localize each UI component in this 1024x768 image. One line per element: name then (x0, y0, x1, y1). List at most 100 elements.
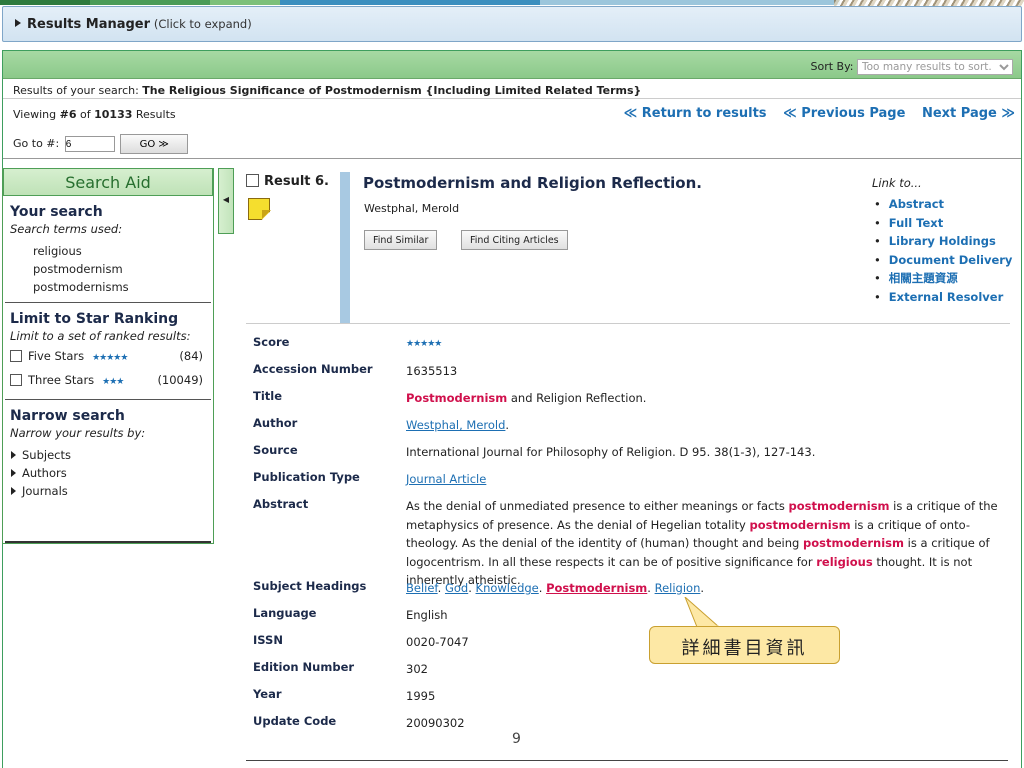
sort-select[interactable]: Too many results to sort. (857, 59, 1013, 75)
search-aid-title: Search Aid (3, 168, 213, 196)
search-aid-panel: Search Aid Your search Search terms used… (2, 168, 214, 544)
expand-triangle-icon (11, 469, 16, 477)
divider (246, 760, 1008, 761)
find-citing-articles-button[interactable]: Find Citing Articles (461, 230, 568, 250)
next-page-link[interactable]: Next Page ≫ (922, 106, 1015, 121)
author-trail: . (505, 418, 510, 432)
results-manager-bar[interactable]: Results Manager (Click to expand) (2, 6, 1022, 42)
subject-link[interactable]: Postmodernism (546, 581, 647, 595)
goto-label: Go to #: (13, 137, 60, 150)
find-similar-button[interactable]: Find Similar (364, 230, 438, 250)
field-label: Score (253, 335, 290, 349)
viewing-row: Viewing #6 of 10133 Results Go to #: GO … (3, 99, 1021, 159)
search-term: postmodernism (33, 262, 123, 276)
sort-label: Sort By: (810, 60, 854, 73)
link-external-resolver[interactable]: External Resolver (874, 288, 1012, 307)
field-label: Title (253, 389, 283, 403)
highlight-term: religious (816, 554, 873, 569)
search-prefix: Results of your search: (13, 84, 139, 97)
title-rest: and Religion Reflection. (507, 391, 647, 405)
viewing-suffix: Results (135, 108, 176, 121)
field-label: Source (253, 443, 298, 457)
divider (5, 302, 211, 303)
field-label: Edition Number (253, 660, 355, 674)
expand-triangle-icon (11, 487, 16, 495)
link-full-text[interactable]: Full Text (874, 214, 1012, 233)
limit-subtitle: Limit to a set of ranked results: (10, 329, 191, 343)
field-value: Postmodernism and Religion Reflection. (406, 389, 1006, 408)
your-search-heading: Your search (10, 204, 103, 220)
narrow-list: Subjects Authors Journals (11, 446, 213, 500)
goto-input[interactable] (64, 136, 115, 152)
result-title: Postmodernism and Religion Reflection. (363, 174, 702, 192)
goto-button[interactable]: GO ≫ (120, 134, 189, 154)
link-library-holdings[interactable]: Library Holdings (874, 232, 1012, 251)
return-to-results-link[interactable]: ≪ Return to results (624, 106, 767, 121)
callout-pointer (684, 597, 721, 628)
subject-link[interactable]: Religion (655, 581, 701, 595)
limit-heading: Limit to Star Ranking (10, 311, 179, 327)
field-label: Update Code (253, 714, 337, 728)
three-stars-checkbox[interactable] (10, 374, 22, 386)
search-terms-list: religious postmodernism postmodernisms (33, 242, 213, 296)
search-summary: Results of your search: The Religious Si… (3, 79, 1021, 99)
field-label: Abstract (253, 497, 309, 511)
field-value: International Journal for Philosophy of … (406, 445, 816, 459)
five-stars-count: (84) (179, 349, 203, 363)
collapse-sidebar-button[interactable]: ◀ (218, 168, 234, 234)
field-label: Language (253, 606, 317, 620)
link-document-delivery[interactable]: Document Delivery (874, 251, 1013, 270)
publication-type-link[interactable]: Journal Article (406, 470, 1006, 489)
narrow-item-label: Authors (22, 466, 67, 480)
subject-link[interactable]: God (445, 581, 468, 595)
viewing-info: Viewing #6 of 10133 Results (13, 108, 176, 121)
divider (5, 399, 211, 400)
three-stars-filter[interactable]: Three Stars ★★★ (10049) (10, 373, 213, 393)
sort-bar: Sort By: Too many results to sort. (3, 51, 1021, 79)
field-value: Westphal, Merold. (406, 416, 1006, 435)
search-query: The Religious Significance of Postmodern… (142, 84, 642, 97)
field-label: ISSN (253, 633, 283, 647)
score-stars-icon: ★★★★★ (406, 339, 442, 349)
collapse-arrow-icon: ◀ (222, 195, 230, 204)
highlight-term: postmodernism (788, 499, 890, 513)
field-label: Author (253, 416, 298, 430)
subject-link[interactable]: Belief (406, 581, 438, 595)
star-rating-icon: ★★★ (102, 377, 124, 387)
link-to-label: Link to... (872, 176, 922, 190)
link-to-list: Abstract Full Text Library Holdings Docu… (874, 195, 1013, 307)
abstract-text: As the denial of unmediated presence to … (406, 497, 1001, 590)
narrow-item-authors[interactable]: Authors (11, 464, 213, 482)
narrow-item-journals[interactable]: Journals (11, 482, 213, 500)
search-term: postmodernisms (33, 280, 129, 294)
expand-triangle-icon (15, 19, 21, 27)
viewing-num: #6 (59, 108, 77, 121)
field-value: 1995 (406, 689, 436, 703)
divider (5, 541, 211, 543)
field-label: Subject Headings (253, 579, 367, 593)
star-rating-icon: ★★★★★ (92, 353, 128, 363)
three-stars-count: (10049) (157, 373, 203, 387)
results-manager-label: Results Manager (27, 17, 151, 32)
field-value: 1635513 (406, 364, 458, 378)
author-link[interactable]: Westphal, Merold (406, 418, 505, 432)
link-to-panel: Link to... Abstract Full Text Library Ho… (872, 176, 1012, 306)
narrow-item-subjects[interactable]: Subjects (11, 446, 213, 464)
results-manager-hint: (Click to expand) (153, 17, 252, 31)
highlight-term: postmodernism (802, 536, 905, 550)
five-stars-checkbox[interactable] (10, 350, 22, 362)
narrow-item-label: Journals (22, 484, 68, 498)
link-abstract[interactable]: Abstract (874, 195, 1012, 214)
link-related-resources[interactable]: 相關主題資源 (874, 269, 1012, 288)
narrow-heading: Narrow search (10, 408, 125, 424)
viewing-of: of (80, 108, 91, 121)
viewing-total: 10133 (94, 108, 133, 121)
result-accent-bar (340, 172, 350, 324)
previous-page-link[interactable]: ≪ Previous Page (783, 106, 905, 121)
viewing-prefix: Viewing (13, 108, 57, 121)
highlight-term: postmodernism (749, 517, 851, 532)
five-stars-label: Five Stars (28, 349, 85, 363)
result-checkbox[interactable] (246, 174, 259, 187)
five-stars-filter[interactable]: Five Stars ★★★★★ (84) (10, 349, 213, 369)
subject-link[interactable]: Knowledge (476, 581, 539, 595)
